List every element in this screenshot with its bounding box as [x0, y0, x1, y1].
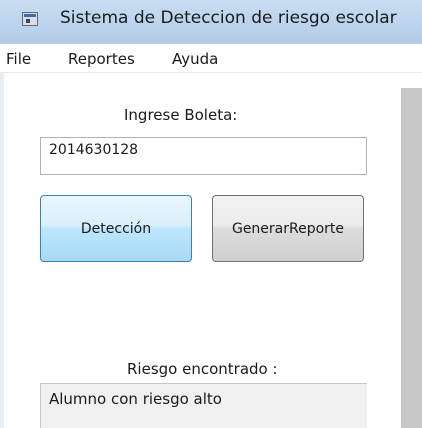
boleta-label: Ingrese Boleta:	[124, 106, 238, 124]
riesgo-result-box: Alumno con riesgo alto	[40, 383, 367, 428]
deteccion-button[interactable]: Detección	[40, 195, 192, 262]
boleta-input[interactable]	[40, 137, 367, 175]
window-title: Sistema de Deteccion de riesgo escolar	[60, 8, 397, 28]
menu-bar: File Reportes Ayuda	[0, 44, 422, 73]
menu-reportes[interactable]: Reportes	[68, 50, 135, 68]
title-bar[interactable]: Sistema de Deteccion de riesgo escolar	[0, 0, 422, 45]
generar-reporte-button[interactable]: GenerarReporte	[212, 195, 364, 262]
right-side-panel	[401, 88, 422, 428]
app-window-icon[interactable]	[22, 12, 38, 26]
menu-ayuda[interactable]: Ayuda	[172, 50, 218, 68]
riesgo-label: Riesgo encontrado :	[127, 360, 278, 378]
app-window: Sistema de Deteccion de riesgo escolar F…	[0, 0, 422, 428]
riesgo-result-text: Alumno con riesgo alto	[49, 390, 222, 408]
menu-file[interactable]: File	[6, 50, 31, 68]
window-left-edge	[0, 72, 4, 428]
